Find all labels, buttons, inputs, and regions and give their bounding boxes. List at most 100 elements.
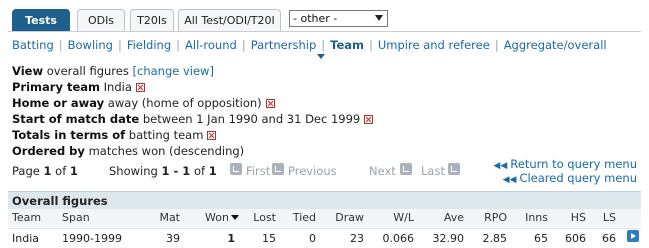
nav-partnership[interactable]: Partnership bbox=[251, 38, 317, 52]
col-lost[interactable]: Lost bbox=[246, 211, 276, 227]
cell-ave: 32.90 bbox=[432, 232, 465, 245]
cell-tied: 0 bbox=[309, 232, 316, 245]
col-ave[interactable]: Ave bbox=[434, 211, 464, 227]
showing-prefix: Showing bbox=[109, 164, 158, 178]
col-won-label: Won bbox=[205, 211, 229, 224]
nav-separator: | bbox=[117, 38, 122, 52]
return-to-query-menu-link[interactable]: ◀◀ Return to query menu bbox=[493, 158, 637, 172]
summary-ordered-label: Ordered by bbox=[12, 144, 85, 158]
nav-separator: | bbox=[241, 38, 246, 52]
nav-all-round[interactable]: All-round bbox=[185, 38, 237, 52]
nav-bowling[interactable]: Bowling bbox=[68, 38, 113, 52]
summary-totals-label: Totals in terms of bbox=[12, 128, 126, 142]
cell-inns: 65 bbox=[534, 232, 548, 245]
summary-totals-value: batting team bbox=[128, 128, 204, 142]
query-menu-links: ◀◀ Return to query menu ◀◀ Cleared query m… bbox=[493, 158, 637, 186]
remove-filter-icon[interactable] bbox=[207, 131, 217, 140]
nav-aggregate-overall[interactable]: Aggregate/overall bbox=[504, 38, 607, 52]
showing-total: 1 bbox=[208, 164, 217, 178]
other-select-value: - other - bbox=[293, 12, 338, 25]
summary-totals-row: Totals in terms of batting team bbox=[12, 127, 373, 143]
previous-page-icon bbox=[272, 163, 284, 175]
double-arrow-left-icon: ◀◀ bbox=[493, 161, 508, 171]
nav-separator: | bbox=[494, 38, 499, 52]
other-select[interactable]: - other - bbox=[289, 10, 388, 27]
page-of: of bbox=[55, 164, 67, 178]
page-indicator: Page 1 of 1 bbox=[12, 164, 78, 178]
summary-start-date-value: between 1 Jan 1990 and 31 Dec 1999 bbox=[142, 112, 361, 126]
summary-view-row: View overall figures [change view] bbox=[12, 63, 373, 79]
page-current: 1 bbox=[43, 164, 52, 178]
summary-view-label: View bbox=[12, 64, 44, 78]
next-page-button[interactable]: Next bbox=[369, 164, 396, 178]
previous-page-button[interactable]: Previous bbox=[288, 164, 337, 178]
cell-mat: 39 bbox=[166, 232, 180, 245]
nav-umpire-referee[interactable]: Umpire and referee bbox=[378, 38, 490, 52]
first-page-button[interactable]: First bbox=[246, 164, 270, 178]
change-view-link[interactable]: [change view] bbox=[133, 64, 214, 78]
page-prefix: Page bbox=[12, 164, 40, 178]
nav-fielding[interactable]: Fielding bbox=[127, 38, 171, 52]
summary-home-away-row: Home or away away (home of opposition) bbox=[12, 95, 373, 111]
nav-batting[interactable]: Batting bbox=[12, 38, 54, 52]
query-summary: View overall figures [change view] Prima… bbox=[12, 63, 374, 159]
sort-descending-icon bbox=[230, 215, 239, 220]
cell-won: 1 bbox=[227, 232, 235, 245]
cell-draw: 23 bbox=[350, 232, 364, 245]
tab-tests[interactable]: Tests bbox=[12, 9, 70, 31]
remove-filter-icon[interactable] bbox=[364, 115, 374, 124]
tab-t20is[interactable]: T20Is bbox=[130, 9, 174, 31]
summary-home-away-label: Home or away bbox=[12, 96, 105, 110]
summary-primary-team-label: Primary team bbox=[12, 80, 100, 94]
col-ls[interactable]: LS bbox=[586, 211, 616, 227]
cleared-query-menu-link[interactable]: ◀◀ Cleared query menu bbox=[493, 172, 637, 186]
summary-start-date-row: Start of match date between 1 Jan 1990 a… bbox=[12, 111, 374, 127]
col-team[interactable]: Team bbox=[12, 211, 41, 227]
summary-start-date-label: Start of match date bbox=[12, 112, 140, 126]
showing-of: of bbox=[193, 164, 206, 178]
summary-primary-team-value: India bbox=[103, 80, 132, 94]
active-nav-pointer-icon bbox=[317, 54, 325, 59]
summary-primary-team-row: Primary team India bbox=[12, 79, 373, 95]
chevron-down-icon bbox=[375, 15, 383, 21]
nav-separator: | bbox=[369, 38, 373, 52]
double-arrow-left-icon: ◀◀ bbox=[502, 175, 517, 185]
expand-row-arrow-icon[interactable] bbox=[627, 230, 639, 242]
col-span[interactable]: Span bbox=[62, 211, 90, 227]
col-wl[interactable]: W/L bbox=[384, 211, 414, 227]
col-won[interactable]: Won bbox=[205, 211, 239, 227]
summary-home-away-value: away (home of opposition) bbox=[107, 96, 262, 110]
first-page-icon bbox=[230, 163, 242, 175]
col-hs[interactable]: HS bbox=[556, 211, 586, 227]
nav-team[interactable]: Team bbox=[330, 38, 364, 52]
cell-span: 1990-1999 bbox=[62, 232, 122, 245]
cell-team: India bbox=[12, 232, 39, 245]
col-tied[interactable]: Tied bbox=[286, 211, 316, 227]
col-draw[interactable]: Draw bbox=[332, 211, 364, 227]
cell-ls: 66 bbox=[602, 232, 616, 245]
col-inns[interactable]: Inns bbox=[518, 211, 548, 227]
last-page-button[interactable]: Last bbox=[421, 164, 445, 178]
col-mat[interactable]: Mat bbox=[150, 211, 180, 227]
remove-filter-icon[interactable] bbox=[265, 99, 275, 108]
last-page-icon bbox=[448, 163, 460, 175]
tabs-underline bbox=[8, 31, 641, 32]
cell-lost: 15 bbox=[262, 232, 276, 245]
page-total: 1 bbox=[69, 164, 78, 178]
summary-view-value: overall figures bbox=[46, 64, 129, 78]
nav-separator: | bbox=[58, 38, 63, 52]
showing-range: 1 - 1 bbox=[161, 164, 191, 178]
nav-separator: | bbox=[321, 38, 326, 52]
next-page-icon bbox=[400, 163, 412, 175]
results-table: Overall figures bbox=[8, 191, 641, 210]
tab-odis[interactable]: ODIs bbox=[77, 9, 125, 31]
cleared-link-label: Cleared query menu bbox=[519, 171, 637, 185]
stat-type-nav: Batting | Bowling | Fielding | All-round | Partn… bbox=[12, 38, 607, 54]
remove-filter-icon[interactable] bbox=[135, 83, 145, 92]
cell-rpo: 2.85 bbox=[482, 232, 508, 245]
nav-separator: | bbox=[176, 38, 181, 52]
tab-all-formats[interactable]: All Test/ODI/T20I bbox=[178, 9, 281, 31]
results-range: Showing 1 - 1 of 1 bbox=[109, 164, 217, 178]
cell-wl: 0.066 bbox=[382, 232, 415, 245]
col-rpo[interactable]: RPO bbox=[477, 211, 507, 227]
